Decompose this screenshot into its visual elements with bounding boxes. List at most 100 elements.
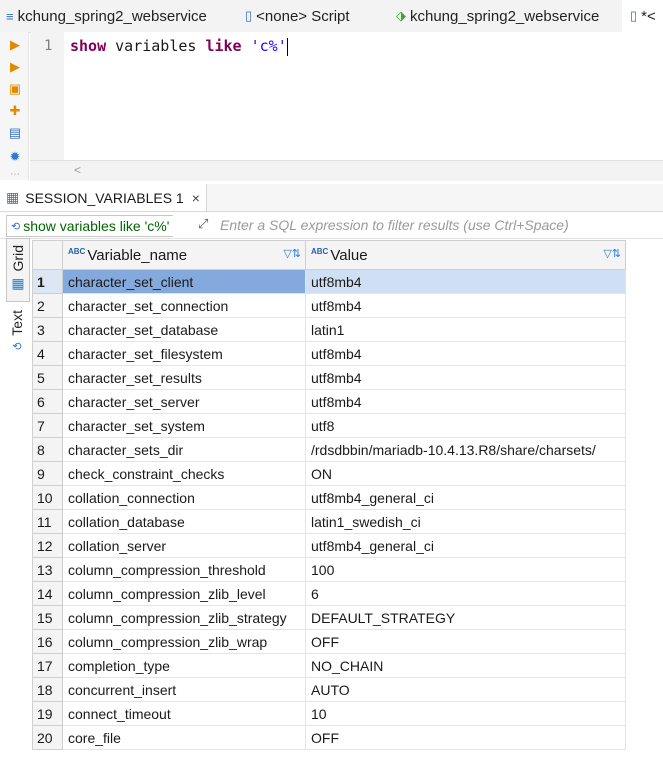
sql-code-line[interactable]: show variables like 'c%' (70, 37, 288, 56)
variable-name-cell[interactable]: character_set_system (62, 413, 306, 438)
value-cell[interactable]: OFF (305, 629, 626, 654)
column-header-value[interactable]: ABC Value ▽⇅ (305, 240, 626, 270)
close-icon[interactable]: × (192, 190, 200, 206)
filter-sort-icon[interactable]: ▽⇅ (603, 247, 621, 260)
table-row[interactable]: 12 collation_server utf8mb4_general_ci (32, 533, 626, 558)
table-row[interactable]: 9 check_constraint_checks ON (32, 461, 626, 486)
variable-name-cell[interactable]: character_sets_dir (62, 437, 306, 462)
row-number[interactable]: 8 (32, 437, 63, 462)
variable-name-cell[interactable]: character_set_client (62, 269, 306, 294)
variable-name-cell[interactable]: character_set_server (62, 389, 306, 414)
value-cell[interactable]: utf8mb4 (305, 341, 626, 366)
value-cell[interactable]: AUTO (305, 677, 626, 702)
variable-name-cell[interactable]: character_set_database (62, 317, 306, 342)
variable-name-cell[interactable]: column_compression_zlib_wrap (62, 629, 306, 654)
variable-name-cell[interactable]: character_set_filesystem (62, 341, 306, 366)
tab-sql-editor-1[interactable]: ≡ kchung_spring2_webservice (6, 0, 207, 32)
table-row[interactable]: 20 core_file OFF (32, 725, 626, 750)
table-row[interactable]: 6 character_set_server utf8mb4 (32, 389, 626, 414)
value-cell[interactable]: 6 (305, 581, 626, 606)
grid-view-button[interactable]: Grid ▦ (6, 238, 30, 302)
variable-name-cell[interactable]: collation_database (62, 509, 306, 534)
row-number[interactable]: 15 (32, 605, 63, 630)
execute-statement-icon[interactable]: ▶ (8, 60, 22, 74)
row-number[interactable]: 20 (32, 725, 63, 750)
row-number[interactable]: 10 (32, 485, 63, 510)
expand-icon[interactable]: ⤢ (198, 216, 208, 232)
row-number[interactable]: 17 (32, 653, 63, 678)
value-cell[interactable]: utf8 (305, 413, 626, 438)
value-cell[interactable]: DEFAULT_STRATEGY (305, 605, 626, 630)
execute-icon[interactable]: ▶ (8, 38, 22, 52)
table-row[interactable]: 15 column_compression_zlib_strategy DEFAUL… (32, 605, 626, 630)
table-row[interactable]: 11 collation_database latin1_swedish_ci (32, 509, 626, 534)
table-row[interactable]: 16 column_compression_zlib_wrap OFF (32, 629, 626, 654)
variable-name-cell[interactable]: character_set_connection (62, 293, 306, 318)
variable-name-cell[interactable]: column_compression_zlib_level (62, 581, 306, 606)
table-row[interactable]: 3 character_set_database latin1 (32, 317, 626, 342)
value-cell[interactable]: latin1_swedish_ci (305, 509, 626, 534)
row-number[interactable]: 4 (32, 341, 63, 366)
value-cell[interactable]: 100 (305, 557, 626, 582)
row-number[interactable]: 11 (32, 509, 63, 534)
row-number[interactable]: 18 (32, 677, 63, 702)
row-number[interactable]: 16 (32, 629, 63, 654)
table-row[interactable]: 19 connect_timeout 10 (32, 701, 626, 726)
variable-name-cell[interactable]: column_compression_threshold (62, 557, 306, 582)
value-cell[interactable]: utf8mb4 (305, 269, 626, 294)
table-row[interactable]: 18 concurrent_insert AUTO (32, 677, 626, 702)
value-cell[interactable]: latin1 (305, 317, 626, 342)
value-cell[interactable]: utf8mb4 (305, 293, 626, 318)
value-cell[interactable]: 10 (305, 701, 626, 726)
value-cell[interactable]: utf8mb4_general_ci (305, 485, 626, 510)
variable-name-cell[interactable]: completion_type (62, 653, 306, 678)
value-cell[interactable]: utf8mb4_general_ci (305, 533, 626, 558)
value-cell[interactable]: utf8mb4 (305, 389, 626, 414)
query-text[interactable]: ⟲ show variables like 'c%' (6, 215, 174, 237)
sql-editor[interactable]: 1 show variables like 'c%' (30, 32, 663, 160)
table-row[interactable]: 2 character_set_connection utf8mb4 (32, 293, 626, 318)
variable-name-cell[interactable]: collation_server (62, 533, 306, 558)
grid-corner[interactable] (32, 240, 63, 270)
value-cell[interactable]: OFF (305, 725, 626, 750)
filter-sort-icon[interactable]: ▽⇅ (283, 247, 301, 260)
table-row[interactable]: 8 character_sets_dir/rdsdbbin/mariadb-10.… (32, 437, 626, 462)
value-cell[interactable]: /rdsdbbin/mariadb-10.4.13.R8/share/chars… (305, 437, 626, 462)
variable-name-cell[interactable]: check_constraint_checks (62, 461, 306, 486)
table-row[interactable]: 4 character_set_filesystem utf8mb4 (32, 341, 626, 366)
results-tab[interactable]: ▦ SESSION_VARIABLES 1 × (0, 184, 207, 211)
load-script-icon[interactable]: ▤ (8, 126, 22, 140)
tab-active-script[interactable]: ▯ *< (622, 0, 663, 32)
explain-plan-icon[interactable]: ✚ (8, 104, 22, 118)
settings-icon[interactable]: ✹ (8, 150, 22, 164)
row-number[interactable]: 19 (32, 701, 63, 726)
scroll-left-icon[interactable]: < (74, 163, 81, 177)
table-row[interactable]: 14 column_compression_zlib_level 6 (32, 581, 626, 606)
more-icon[interactable]: ⋯ (8, 168, 22, 182)
row-number[interactable]: 12 (32, 533, 63, 558)
row-number[interactable]: 5 (32, 365, 63, 390)
filter-input[interactable]: Enter a SQL expression to filter results… (220, 217, 569, 233)
variable-name-cell[interactable]: collation_connection (62, 485, 306, 510)
table-row[interactable]: 5 character_set_results utf8mb4 (32, 365, 626, 390)
text-view-button[interactable]: Text ⟲ (6, 310, 28, 370)
row-number[interactable]: 9 (32, 461, 63, 486)
variable-name-cell[interactable]: connect_timeout (62, 701, 306, 726)
row-number[interactable]: 14 (32, 581, 63, 606)
table-row[interactable]: 1 character_set_client utf8mb4 (32, 269, 626, 294)
value-cell[interactable]: NO_CHAIN (305, 653, 626, 678)
editor-horizontal-scrollbar[interactable]: < (30, 160, 663, 181)
row-number[interactable]: 1 (32, 269, 63, 294)
row-number[interactable]: 2 (32, 293, 63, 318)
table-row[interactable]: 10 collation_connection utf8mb4_general_ci (32, 485, 626, 510)
table-row[interactable]: 17 completion_type NO_CHAIN (32, 653, 626, 678)
variable-name-cell[interactable]: character_set_results (62, 365, 306, 390)
value-cell[interactable]: ON (305, 461, 626, 486)
execute-script-icon[interactable]: ▣ (8, 82, 22, 96)
value-cell[interactable]: utf8mb4 (305, 365, 626, 390)
tab-connection[interactable]: ⬗ kchung_spring2_webservice (396, 0, 599, 32)
variable-name-cell[interactable]: column_compression_zlib_strategy (62, 605, 306, 630)
row-number[interactable]: 13 (32, 557, 63, 582)
tab-script[interactable]: ▯ <none> Script (245, 0, 350, 32)
table-row[interactable]: 13 column_compression_threshold 100 (32, 557, 626, 582)
